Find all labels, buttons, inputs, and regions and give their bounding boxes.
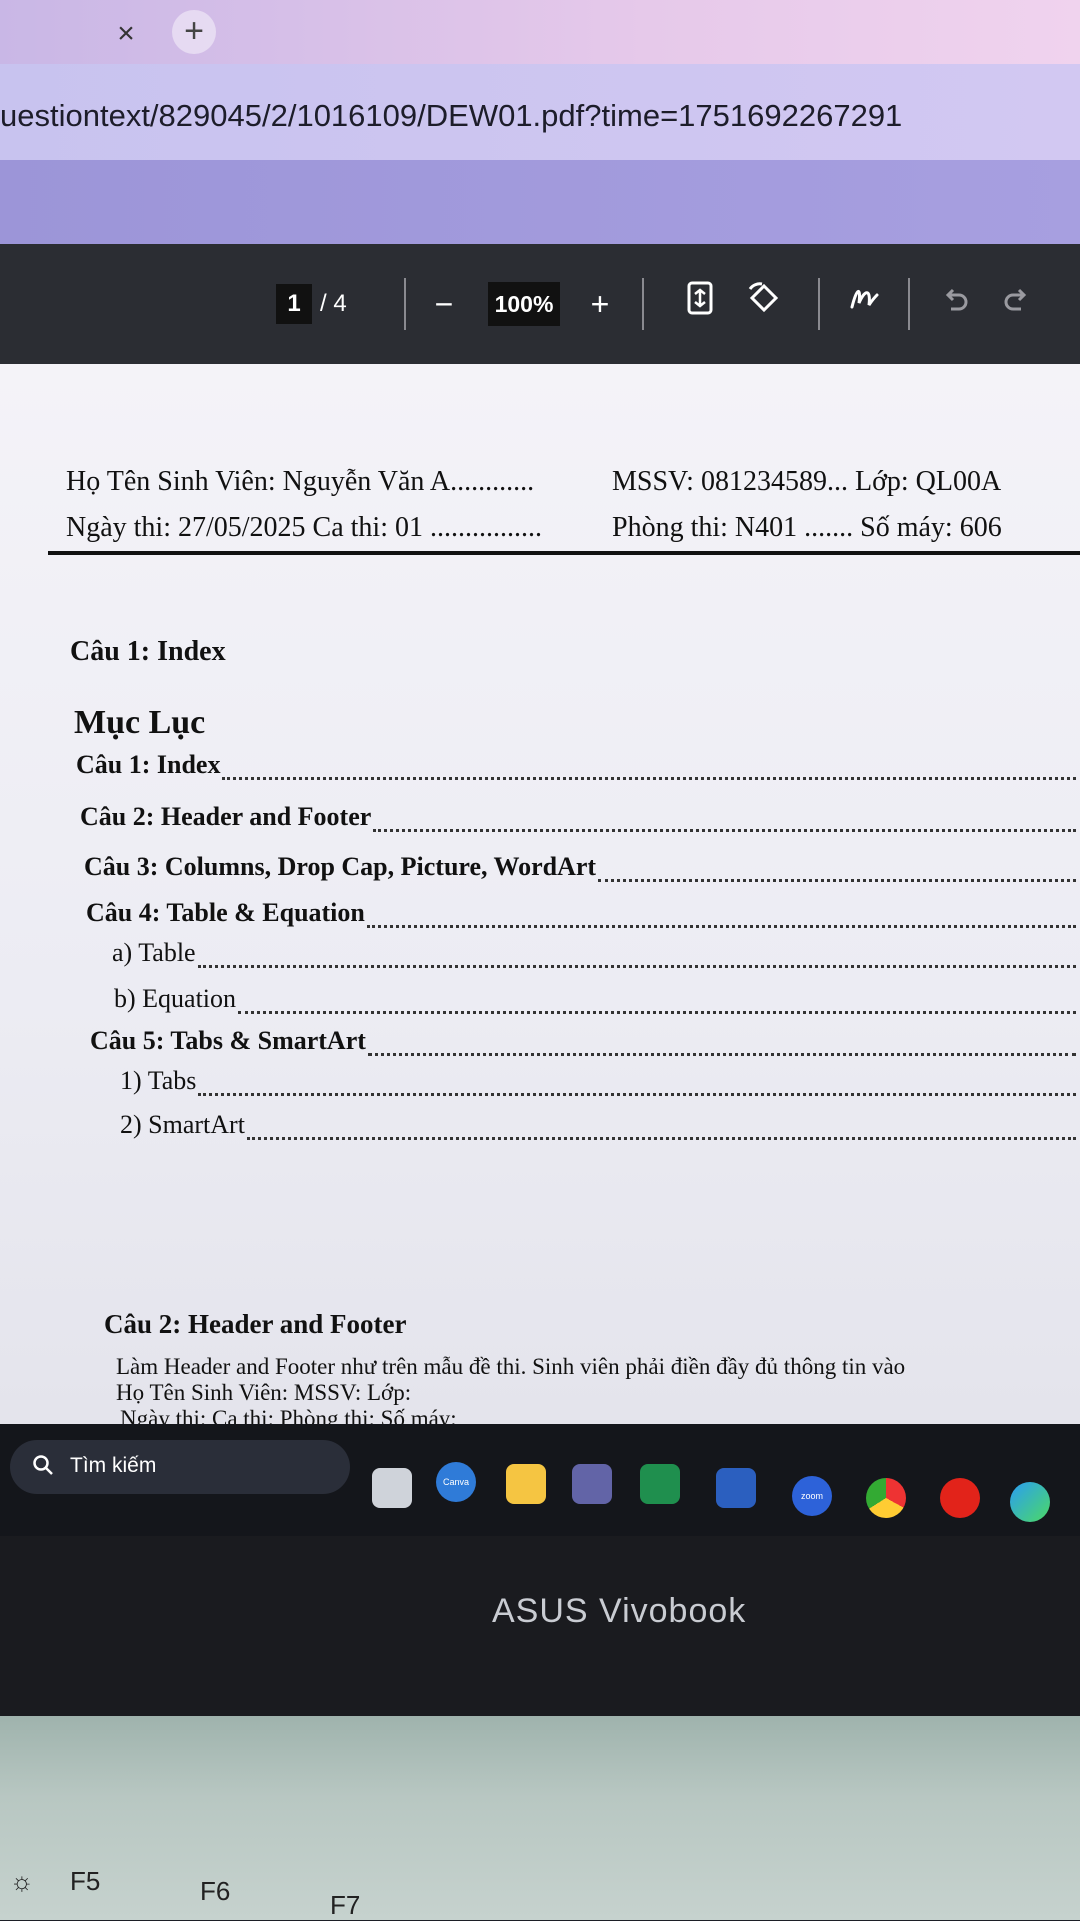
rotate-icon[interactable]	[742, 280, 786, 328]
question-2-heading: Câu 2: Header and Footer	[104, 1309, 407, 1339]
header-room: Phòng thi: N401 ....... Số máy: 606	[612, 512, 1002, 543]
question-2-date-line: Ngày thi: Ca thi: Phòng thi: Số máy:	[120, 1406, 457, 1424]
toc-leader	[238, 1003, 1076, 1014]
teams-icon[interactable]	[572, 1464, 612, 1504]
toc-leader	[367, 1045, 1076, 1056]
toc-entry-label: Câu 1: Index	[76, 750, 221, 779]
bookmarks-bar	[0, 160, 1080, 244]
toc-entry: b) Equation	[114, 984, 1076, 1014]
toc-leader	[198, 1085, 1076, 1096]
toc-entry: Câu 1: Index	[76, 750, 1076, 780]
toolbar-divider	[404, 278, 406, 330]
taskbar: Tìm kiếm Canva zoom	[0, 1424, 1080, 1536]
zoom-out-button[interactable]: −	[424, 280, 464, 328]
brightness-icon: ☼	[10, 1866, 34, 1896]
toc-leader	[598, 871, 1076, 882]
laptop-bezel: ASUS Vivobook	[0, 1536, 1080, 1716]
question-2-name-line: Họ Tên Sinh Viên: MSSV: Lớp:	[116, 1380, 412, 1405]
key-f6: F6	[200, 1876, 231, 1906]
toc-entry: Câu 2: Header and Footer	[80, 802, 1076, 832]
toc-entry-label: Câu 2: Header and Footer	[80, 802, 372, 831]
laptop-brand: ASUS Vivobook	[492, 1592, 747, 1630]
key-f5: F5	[70, 1866, 101, 1896]
toc-leader	[246, 1129, 1076, 1140]
search-placeholder: Tìm kiếm	[70, 1454, 157, 1477]
chrome-icon[interactable]	[866, 1478, 906, 1518]
word-icon[interactable]	[716, 1468, 756, 1508]
header-rule	[48, 551, 1080, 555]
url-text[interactable]: uestiontext/829045/2/1016109/DEW01.pdf?t…	[0, 98, 902, 134]
toc-entry: Câu 3: Columns, Drop Cap, Picture, WordA…	[84, 852, 1076, 882]
header-exam-date: Ngày thi: 27/05/2025 Ca thi: 01 ........…	[66, 512, 542, 543]
toc-title: Mục Lục	[74, 704, 206, 741]
address-bar[interactable]: uestiontext/829045/2/1016109/DEW01.pdf?t…	[0, 64, 1080, 160]
opera-icon[interactable]	[940, 1478, 980, 1518]
excel-icon[interactable]	[640, 1464, 680, 1504]
canva-icon[interactable]: Canva	[436, 1462, 476, 1502]
toc-entry-label: Câu 5: Tabs & SmartArt	[90, 1026, 366, 1055]
pdf-toolbar: 1 / 4 − 100% +	[0, 244, 1080, 364]
page-total: / 4	[320, 290, 347, 317]
header-student-id: MSSV: 081234589... Lớp: QL00A	[612, 466, 1002, 497]
key-f7: F7	[330, 1890, 361, 1920]
toc-entry-label: Câu 4: Table & Equation	[86, 898, 365, 927]
draw-icon[interactable]	[842, 280, 886, 328]
toc-entry: Câu 5: Tabs & SmartArt	[90, 1026, 1076, 1056]
search-icon	[32, 1454, 54, 1482]
zoom-app-icon[interactable]: zoom	[792, 1476, 832, 1516]
toolbar-divider	[642, 278, 644, 330]
folder-icon[interactable]	[506, 1464, 546, 1504]
toc-entry-label: Câu 3: Columns, Drop Cap, Picture, WordA…	[84, 852, 597, 881]
toc-entry-label: b) Equation	[114, 984, 237, 1013]
keyboard-deck: ☼ F5 F6 F7	[0, 1716, 1080, 1920]
toc-entry-label: a) Table	[112, 938, 196, 967]
new-tab-button[interactable]: +	[172, 10, 216, 54]
taskbar-search[interactable]: Tìm kiếm	[10, 1440, 350, 1494]
fit-page-icon[interactable]	[680, 280, 720, 328]
toc-entry: Câu 4: Table & Equation	[86, 898, 1076, 928]
toc-leader	[222, 769, 1076, 780]
edge-icon[interactable]	[1010, 1482, 1050, 1522]
toolbar-divider	[818, 278, 820, 330]
toc-entry-label: 2) SmartArt	[120, 1110, 245, 1139]
toc-entry: a) Table	[112, 938, 1076, 968]
toolbar-divider	[908, 278, 910, 330]
undo-icon[interactable]	[936, 280, 976, 328]
question-2-instruction: Làm Header and Footer như trên mẫu đề th…	[116, 1354, 906, 1379]
close-tab-button[interactable]: ×	[106, 14, 146, 54]
zoom-in-button[interactable]: +	[580, 280, 620, 328]
question-1-heading: Câu 1: Index	[70, 636, 226, 667]
redo-icon[interactable]	[996, 280, 1036, 328]
toc-entry: 2) SmartArt	[120, 1110, 1076, 1140]
toc-entry: 1) Tabs	[120, 1066, 1076, 1096]
toc-leader	[366, 917, 1076, 928]
file-explorer-icon[interactable]	[372, 1468, 412, 1508]
toc-entry-label: 1) Tabs	[120, 1066, 197, 1095]
toc-leader	[373, 821, 1076, 832]
header-student-name: Họ Tên Sinh Viên: Nguyễn Văn A..........…	[66, 466, 535, 497]
toc-leader	[197, 957, 1076, 968]
pdf-page: Họ Tên Sinh Viên: Nguyễn Văn A..........…	[0, 364, 1080, 1424]
zoom-level[interactable]: 100%	[488, 282, 560, 326]
tab-strip: × +	[0, 0, 1080, 64]
page-number-input[interactable]: 1	[276, 284, 312, 324]
